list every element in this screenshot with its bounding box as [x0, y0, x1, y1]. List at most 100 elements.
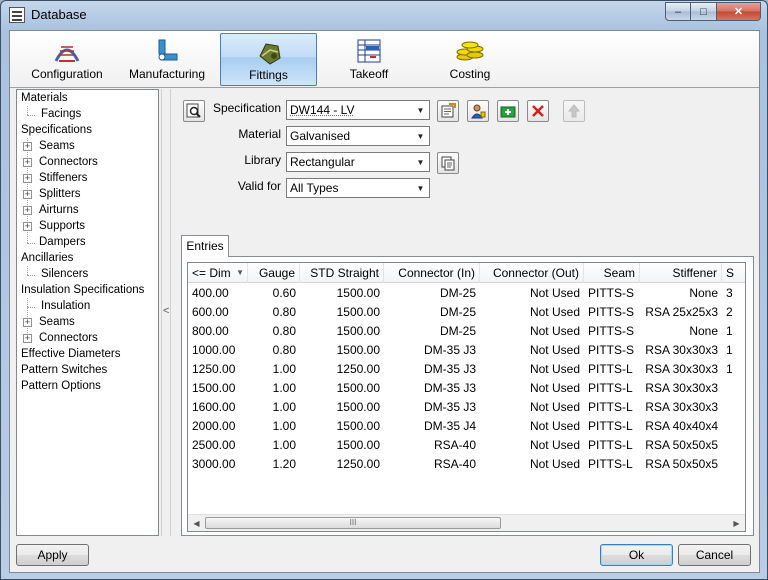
cell-gauge[interactable]: 1.00 — [248, 360, 300, 379]
cell-dim[interactable]: 400.00 — [188, 284, 248, 303]
cell-stiffener[interactable]: RSA 30x30x3 — [640, 379, 722, 398]
preview-button[interactable] — [183, 100, 205, 122]
database-tree[interactable]: Materials Facings Specifications + Seams… — [16, 89, 159, 536]
material-select[interactable]: Galvanised ▼ — [286, 126, 430, 146]
pane-splitter[interactable]: < — [161, 89, 171, 536]
cell-s[interactable]: 1 — [722, 341, 745, 360]
cell-dim[interactable]: 1500.00 — [188, 379, 248, 398]
cell-s[interactable] — [722, 379, 745, 398]
maximize-button[interactable]: □ — [691, 2, 717, 21]
cell-connector-out[interactable]: Not Used — [480, 436, 584, 455]
cell-stiffener[interactable]: RSA 40x40x4 — [640, 417, 722, 436]
table-row[interactable]: 2500.00 1.00 1500.00 RSA-40 Not Used PITTS-L R… — [188, 436, 745, 455]
cell-connector-out[interactable]: Not Used — [480, 379, 584, 398]
column-header-std-straight[interactable]: STD Straight — [300, 263, 384, 283]
cell-seam[interactable]: PITTS-L — [584, 455, 640, 474]
collapse-arrow-icon[interactable]: < — [163, 305, 169, 317]
edit-specification-button[interactable] — [437, 100, 459, 122]
column-header-connector-in[interactable]: Connector (In) — [384, 263, 480, 283]
tree-item-insulation[interactable]: Insulation — [41, 298, 90, 314]
toolbar-fittings-button[interactable]: Fittings — [220, 33, 317, 86]
cell-stiffener[interactable]: RSA 30x30x3 — [640, 341, 722, 360]
cell-s[interactable] — [722, 436, 745, 455]
tree-item-materials[interactable]: Materials — [21, 90, 68, 106]
tree-item-stiffeners[interactable]: Stiffeners — [39, 170, 87, 186]
cell-connector-in[interactable]: DM-35 J3 — [384, 379, 480, 398]
cell-s[interactable] — [722, 398, 745, 417]
cell-seam[interactable]: PITTS-S — [584, 341, 640, 360]
cell-std-straight[interactable]: 1500.00 — [300, 322, 384, 341]
apply-button[interactable]: Apply — [16, 544, 89, 566]
add-specification-button[interactable] — [497, 100, 519, 122]
cell-connector-in[interactable]: DM-25 — [384, 303, 480, 322]
cell-std-straight[interactable]: 1500.00 — [300, 379, 384, 398]
cell-dim[interactable]: 1250.00 — [188, 360, 248, 379]
cell-s[interactable]: 2 — [722, 303, 745, 322]
column-header-seam[interactable]: Seam — [584, 263, 640, 283]
cell-s[interactable] — [722, 417, 745, 436]
tree-item-airturns[interactable]: Airturns — [39, 202, 79, 218]
cell-std-straight[interactable]: 1250.00 — [300, 455, 384, 474]
toolbar-costing-button[interactable]: Costing — [428, 33, 512, 86]
library-details-button[interactable] — [437, 152, 459, 174]
cell-gauge[interactable]: 1.20 — [248, 455, 300, 474]
close-button[interactable]: ✕ — [717, 2, 761, 21]
table-row[interactable]: 3000.00 1.20 1250.00 RSA-40 Not Used PITTS-L R… — [188, 455, 745, 474]
table-row[interactable]: 1000.00 0.80 1500.00 DM-35 J3 Not Used PITTS-… — [188, 341, 745, 360]
title-bar[interactable]: Database – □ ✕ — [1, 1, 767, 29]
tree-item-supports[interactable]: Supports — [39, 218, 85, 234]
scroll-left-icon[interactable]: ◀ — [188, 515, 205, 531]
cell-s[interactable]: 1 — [722, 322, 745, 341]
cell-seam[interactable]: PITTS-L — [584, 436, 640, 455]
library-select[interactable]: Rectangular ▼ — [286, 152, 430, 172]
cell-std-straight[interactable]: 1500.00 — [300, 341, 384, 360]
cell-gauge[interactable]: 1.00 — [248, 398, 300, 417]
delete-specification-button[interactable] — [527, 100, 549, 122]
tree-item-seams[interactable]: Seams — [39, 138, 75, 154]
tree-item-insulation-seams[interactable]: Seams — [39, 314, 75, 330]
cell-gauge[interactable]: 1.00 — [248, 417, 300, 436]
cell-connector-in[interactable]: DM-35 J3 — [384, 341, 480, 360]
expand-icon[interactable]: + — [23, 206, 32, 215]
toolbar-configuration-button[interactable]: Configuration — [22, 33, 112, 86]
cell-connector-in[interactable]: DM-25 — [384, 322, 480, 341]
cell-connector-out[interactable]: Not Used — [480, 284, 584, 303]
expand-icon[interactable]: + — [23, 174, 32, 183]
table-row[interactable]: 600.00 0.80 1500.00 DM-25 Not Used PITTS-S RSA… — [188, 303, 745, 322]
cell-seam[interactable]: PITTS-S — [584, 322, 640, 341]
scroll-right-icon[interactable]: ▶ — [728, 515, 745, 531]
table-row[interactable]: 2000.00 1.00 1500.00 DM-35 J4 Not Used PITTS-… — [188, 417, 745, 436]
tree-item-effective-diameters[interactable]: Effective Diameters — [21, 346, 121, 362]
tab-entries[interactable]: Entries — [181, 235, 229, 257]
cell-connector-out[interactable]: Not Used — [480, 398, 584, 417]
minimize-button[interactable]: – — [665, 2, 691, 21]
cell-std-straight[interactable]: 1500.00 — [300, 284, 384, 303]
cell-connector-out[interactable]: Not Used — [480, 303, 584, 322]
cell-std-straight[interactable]: 1500.00 — [300, 436, 384, 455]
column-header-gauge[interactable]: Gauge — [248, 263, 300, 283]
tree-item-pattern-switches[interactable]: Pattern Switches — [21, 362, 107, 378]
cell-stiffener[interactable]: RSA 30x30x3 — [640, 398, 722, 417]
cell-connector-out[interactable]: Not Used — [480, 417, 584, 436]
cell-gauge[interactable]: 0.80 — [248, 303, 300, 322]
tree-item-insulation-connectors[interactable]: Connectors — [39, 330, 98, 346]
expand-icon[interactable]: + — [23, 142, 32, 151]
cell-connector-in[interactable]: DM-35 J3 — [384, 398, 480, 417]
tree-item-ancillaries[interactable]: Ancillaries — [21, 250, 73, 266]
cell-dim[interactable]: 1600.00 — [188, 398, 248, 417]
entries-table[interactable]: <= Dim ▼ Gauge STD Straight Connector (I… — [187, 262, 746, 532]
horizontal-scrollbar[interactable]: ◀ III ▶ — [188, 514, 745, 531]
specification-select[interactable]: DW144 - LV ▼ — [286, 100, 430, 120]
expand-icon[interactable]: + — [23, 222, 32, 231]
expand-icon[interactable]: + — [23, 158, 32, 167]
toolbar-takeoff-button[interactable]: Takeoff — [328, 33, 410, 86]
cell-seam[interactable]: PITTS-S — [584, 284, 640, 303]
cell-gauge[interactable]: 1.00 — [248, 379, 300, 398]
tree-item-connectors[interactable]: Connectors — [39, 154, 98, 170]
expand-icon[interactable]: + — [23, 190, 32, 199]
cell-connector-in[interactable]: RSA-40 — [384, 455, 480, 474]
cell-std-straight[interactable]: 1500.00 — [300, 303, 384, 322]
cell-gauge[interactable]: 0.80 — [248, 322, 300, 341]
ok-button[interactable]: Ok — [600, 544, 673, 566]
cell-connector-out[interactable]: Not Used — [480, 360, 584, 379]
